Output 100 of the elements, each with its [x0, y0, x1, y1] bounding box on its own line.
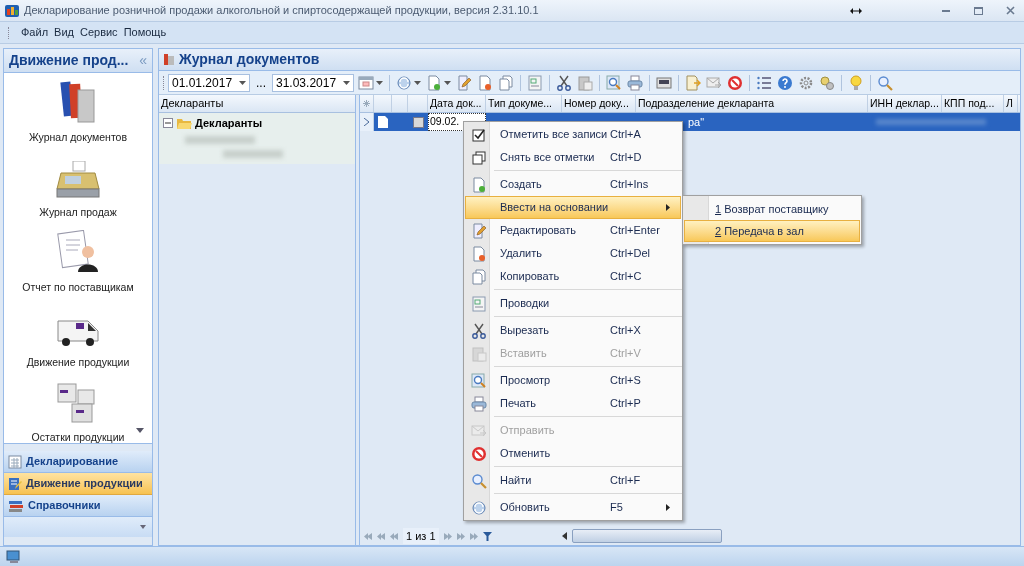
shortcut-label[interactable]: Остатки продукции — [31, 430, 125, 443]
overflow-arrow-icon[interactable] — [140, 525, 146, 529]
menu-item[interactable]: Обновить F5 — [465, 496, 681, 519]
menu-item[interactable]: Найти Ctrl+F — [465, 469, 681, 492]
column-header[interactable]: Подразделение декларанта — [636, 95, 868, 112]
send-mail-icon — [471, 422, 487, 439]
scissors-icon — [556, 74, 572, 91]
menu-item[interactable]: Снять все отметки Ctrl+D — [465, 146, 681, 169]
menu-item[interactable]: Файл — [18, 24, 52, 41]
checkbox-icon — [471, 126, 487, 143]
squares-icon — [471, 149, 487, 166]
date-from-field[interactable]: 01.01.2017 — [168, 73, 250, 92]
next-page-icon[interactable] — [456, 532, 465, 540]
delete-document-icon — [471, 245, 487, 262]
navigation-button[interactable]: Движение продукции — [4, 473, 152, 495]
dropdown-arrow-icon[interactable] — [376, 80, 383, 85]
shortcut-label[interactable]: Журнал документов — [29, 130, 127, 146]
dropdown-arrow-icon[interactable] — [343, 80, 350, 85]
ledger-icon — [471, 295, 487, 312]
column-header[interactable]: ИНН деклар... — [868, 95, 942, 112]
prev-page-icon[interactable] — [377, 532, 385, 540]
column-header[interactable]: Декларанты — [159, 95, 355, 113]
list-icon — [756, 74, 772, 91]
menu-item[interactable]: Вырезать Ctrl+X — [465, 319, 681, 342]
clipboard-icon — [577, 74, 593, 91]
scroll-left-icon[interactable] — [561, 532, 567, 540]
shortcut-text: Ctrl+Del — [610, 246, 652, 262]
navigation-button[interactable]: Справочники — [4, 495, 152, 517]
menu-item[interactable]: 2 Передача в зал — [684, 220, 860, 242]
gears-icon — [819, 74, 835, 91]
document-icon — [378, 116, 388, 128]
send-mail-icon — [706, 74, 722, 91]
menu-item[interactable]: Просмотр Ctrl+S — [465, 369, 681, 392]
menu-item[interactable]: Удалить Ctrl+Del — [465, 242, 681, 265]
last-icon[interactable] — [469, 532, 478, 540]
column-header[interactable]: Дата док... — [428, 95, 486, 112]
menu-item[interactable]: Печать Ctrl+P — [465, 392, 681, 415]
shortcut-text: Ctrl+F — [610, 473, 642, 489]
dropdown-arrow-icon[interactable] — [444, 80, 451, 85]
cash-register-icon — [55, 161, 101, 200]
date-to-field[interactable]: 31.03.2017 — [272, 73, 354, 92]
search-icon — [471, 472, 487, 489]
copy-icon — [471, 268, 487, 285]
filter-icon[interactable] — [482, 531, 492, 541]
menu-item[interactable]: Помощь — [120, 24, 170, 41]
refresh-icon — [396, 74, 412, 91]
column-header[interactable]: КПП под... — [942, 95, 1004, 112]
shortcut-text: Ctrl+P — [610, 396, 642, 412]
scrollbar-thumb[interactable] — [571, 529, 722, 543]
books-icon — [163, 53, 175, 66]
column-header[interactable]: Номер доку... — [562, 95, 636, 112]
shortcut-text: Ctrl+X — [610, 323, 642, 339]
menu-item[interactable]: Ввести на основании — [465, 196, 681, 219]
menu-item[interactable]: Редактировать Ctrl+Enter — [465, 219, 681, 242]
preview-icon — [606, 74, 622, 91]
dropdown-arrow-icon[interactable] — [414, 80, 421, 85]
pencil-icon — [471, 222, 487, 239]
menu-item[interactable]: 1 Возврат поставщику — [684, 198, 860, 220]
calendar-icon — [8, 454, 22, 469]
help-icon — [777, 74, 793, 91]
dropdown-arrow-icon[interactable] — [239, 80, 246, 85]
close-icon[interactable] — [1005, 6, 1015, 15]
collapse-toggle-icon[interactable] — [163, 118, 173, 129]
document-export-icon — [685, 74, 701, 91]
menu-item[interactable]: Копировать Ctrl+C — [465, 265, 681, 288]
search-icon — [877, 74, 893, 91]
gear-icon — [798, 74, 814, 91]
light-bulb-icon — [848, 74, 864, 91]
checkbox[interactable] — [412, 116, 424, 128]
pencil-icon — [456, 74, 472, 91]
window-title: Декларирование розничной продажи алкогольной и спиртосодержащей продукции, версия 2.31.10.1 — [24, 3, 539, 19]
ledger-icon — [527, 74, 543, 91]
computer-icon — [6, 549, 22, 564]
next-icon[interactable] — [443, 532, 452, 540]
shortcut-label[interactable]: Движение продукции — [26, 355, 130, 371]
range-separator: ... — [255, 74, 267, 92]
shortcut-text: Ctrl+S — [610, 373, 642, 389]
menu-item[interactable]: Вид — [51, 24, 77, 41]
tree-item[interactable]: Декларанты — [195, 115, 263, 132]
scroll-down-icon[interactable] — [136, 428, 144, 433]
menu-item[interactable]: Отменить — [465, 442, 681, 465]
first-icon[interactable] — [364, 532, 372, 540]
app-logo-icon — [4, 2, 20, 19]
menu-item[interactable]: Проводки — [465, 292, 681, 315]
maximize-icon[interactable] — [973, 6, 983, 15]
shortcut-text: Ctrl+V — [610, 346, 642, 362]
menu-item[interactable]: Сервис — [76, 24, 121, 41]
shortcut-text: F5 — [610, 500, 624, 516]
shortcut-label[interactable]: Отчет по поставщикам — [22, 280, 134, 296]
column-header[interactable]: Тип докуме... — [486, 95, 562, 112]
calendar-icon — [358, 74, 374, 91]
minimize-icon[interactable] — [942, 9, 950, 12]
shortcut-label[interactable]: Журнал продаж — [39, 205, 117, 221]
page-indicator: 1 из 1 — [403, 527, 439, 545]
shortcut-text: Ctrl+Ins — [610, 177, 650, 193]
navigation-button[interactable]: Декларирование — [4, 451, 152, 473]
prev-icon[interactable] — [390, 532, 398, 540]
menu-item[interactable]: Создать Ctrl+Ins — [465, 173, 681, 196]
column-header[interactable]: Л — [1004, 95, 1018, 112]
panel-title: Движение прод... — [9, 51, 129, 70]
